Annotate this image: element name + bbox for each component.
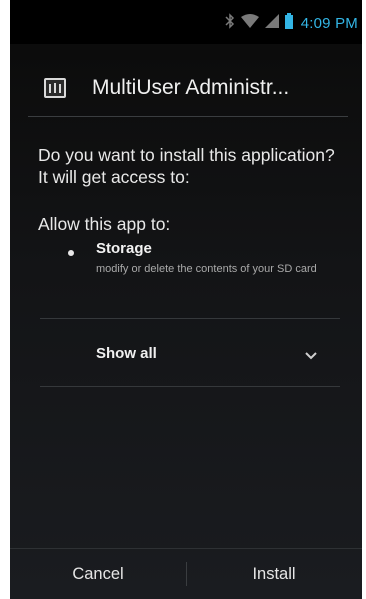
permission-description: modify or delete the contents of your SD… [96,263,317,275]
install-question: Do you want to install this application?… [38,145,335,187]
wifi-icon [240,13,259,33]
status-clock: 4:09 PM [300,14,358,32]
show-all-button[interactable]: Show all [40,330,340,382]
status-icons: 4:09 PM [225,12,358,34]
chevron-down-icon [304,348,318,360]
status-bar: 4:09 PM [10,0,362,44]
signal-icon [264,13,279,33]
screen: 4:09 PM MultiUser Administr... Do you wa… [10,0,362,599]
permission-title: Storage [96,240,152,257]
cancel-label: Cancel [72,564,124,583]
cancel-button[interactable]: Cancel [10,549,186,599]
install-label: Install [252,564,296,583]
install-button[interactable]: Install [186,549,362,599]
battery-icon [284,12,293,34]
allow-label: Allow this app to: [38,214,171,234]
app-icon [44,78,66,98]
app-title: MultiUser Administr... [92,76,290,99]
dialog-title-bar: MultiUser Administr... [10,62,362,112]
title-divider [28,116,348,117]
divider-top [40,318,340,319]
divider-bottom [40,386,340,387]
show-all-label: Show all [96,345,157,362]
bluetooth-icon [225,12,235,34]
bullet-icon [68,250,74,256]
